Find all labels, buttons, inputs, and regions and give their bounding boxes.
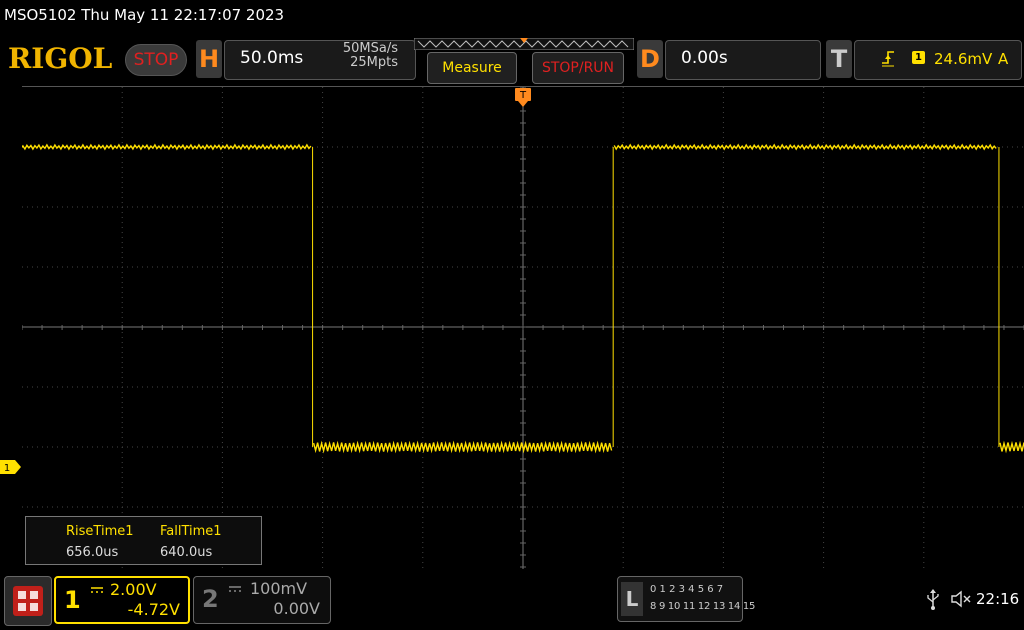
acquisition-info: 50MSa/s 25Mpts	[334, 42, 398, 70]
measurement-panel[interactable]: RiseTime1 656.0us FallTime1 640.0us	[25, 516, 262, 565]
measurement-label: FallTime1	[160, 524, 222, 539]
logic-channels-row2: 8 9 10 11 12 13 14 15	[650, 601, 756, 612]
memory-position-strip	[414, 38, 634, 50]
delay-menu-button[interactable]: D	[637, 40, 663, 78]
memory-depth: 25Mpts	[350, 55, 398, 70]
horizontal-menu-button[interactable]: H	[196, 40, 222, 78]
channel1-offset: -4.72V	[127, 600, 180, 619]
channel1-number: 1	[64, 586, 81, 614]
brand-logo: RIGOL	[8, 42, 113, 75]
trigger-mode: A	[998, 50, 1009, 68]
logic-analyzer-button[interactable]: L	[621, 582, 643, 616]
channel2-scale: 100mV	[250, 579, 308, 598]
channel1-scale: 2.00V	[110, 580, 157, 599]
channel1-settings[interactable]: 1 2.00V -4.72V	[54, 576, 190, 624]
waveform-display[interactable]	[22, 86, 1024, 569]
rising-edge-icon	[882, 51, 894, 67]
run-state-button[interactable]: STOP	[125, 44, 187, 76]
trigger-level: 24.6mV	[934, 50, 993, 68]
trace-segment	[22, 143, 312, 151]
menu-grid-icon	[13, 586, 43, 616]
measurement-value: 640.0us	[160, 545, 213, 560]
stop-run-button[interactable]: STOP/RUN	[532, 52, 624, 84]
toolbar: RIGOL STOP H 50.0ms 50MSa/s 25Mpts Measu…	[0, 34, 1024, 84]
speaker-muted-icon[interactable]	[950, 590, 972, 608]
usb-icon	[927, 589, 939, 610]
delay-value: 0.00s	[681, 48, 728, 68]
timebase-value: 50.0ms	[240, 48, 304, 68]
trace-segment	[613, 143, 997, 151]
clock-time: 22:16	[976, 590, 1020, 608]
channel2-settings[interactable]: 2 100mV 0.00V	[193, 576, 331, 624]
trigger-source-badge: 1	[912, 51, 925, 64]
channel2-offset: 0.00V	[273, 599, 320, 618]
channel2-number: 2	[202, 585, 219, 613]
measurement-value: 656.0us	[66, 545, 119, 560]
channel1-marker-label: 1	[4, 463, 10, 474]
dc-coupling-icon	[229, 586, 241, 592]
logic-analyzer-panel[interactable]: L 0 1 2 3 4 5 6 7 8 9 10 11 12 13 14 15	[617, 576, 755, 622]
trace-segment	[312, 440, 613, 454]
title-bar: MSO5102 Thu May 11 22:17:07 2023	[0, 0, 1024, 32]
measurement-label: RiseTime1	[66, 524, 134, 539]
graticule	[22, 87, 1024, 569]
sample-rate: 50MSa/s	[342, 41, 398, 56]
logic-channels-row1: 0 1 2 3 4 5 6 7	[650, 584, 724, 595]
trigger-menu-button[interactable]: T	[826, 40, 852, 78]
main-menu-button[interactable]	[4, 576, 52, 626]
channel1-offset-marker[interactable]: 1	[0, 460, 22, 475]
window-title: MSO5102 Thu May 11 22:17:07 2023	[4, 6, 285, 24]
dc-coupling-icon	[91, 587, 103, 593]
measure-button[interactable]: Measure	[427, 52, 517, 84]
trigger-position-marker[interactable]: T	[515, 88, 531, 108]
trigger-position-label: T	[519, 90, 527, 101]
